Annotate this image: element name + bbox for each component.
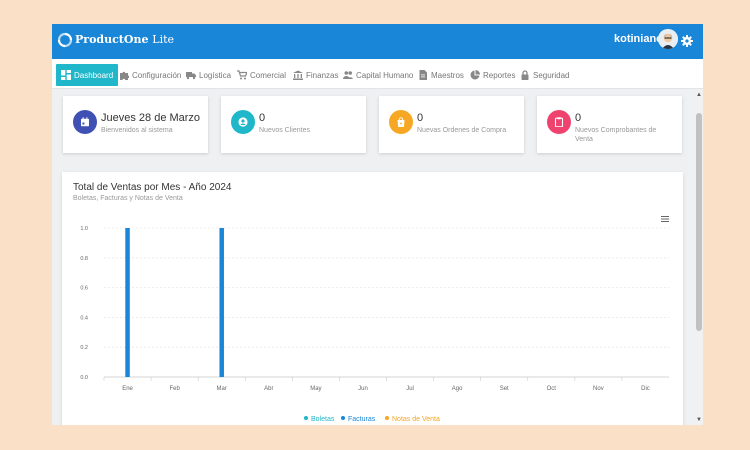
card-label: Nuevos Clientes — [259, 127, 310, 134]
y-tick-label: 0.2 — [80, 345, 88, 351]
brand-suffix: Lite — [152, 33, 175, 46]
card-label: Nuevas Ordenes de Compra — [417, 127, 507, 134]
bank-icon — [293, 70, 303, 80]
card-icon-circle — [389, 110, 413, 134]
puzzle-icon — [120, 71, 129, 80]
card-value: Jueves 28 de Marzo — [101, 112, 201, 124]
menu-item-comercial[interactable]: Comercial — [237, 64, 286, 86]
legend-marker — [304, 416, 308, 420]
x-tick-label: Feb — [169, 386, 180, 392]
info-card-date: Jueves 28 de Marzo Bienvenidos al sistem… — [63, 96, 208, 153]
menu-item-label: Configuración — [132, 70, 182, 80]
menu-item-label: Seguridad — [533, 70, 570, 80]
brand-name[interactable]: ProductOne Lite — [75, 33, 174, 46]
info-card-clientes: 0 Nuevos Clientes — [221, 96, 366, 153]
productone-logo-icon — [57, 32, 73, 48]
page-scrollbar-thumb[interactable] — [696, 113, 702, 331]
menu-item-finanzas[interactable]: Finanzas — [293, 64, 338, 86]
truck-icon — [186, 72, 196, 80]
dashboard-icon — [61, 70, 71, 80]
gear-icon[interactable] — [681, 35, 693, 47]
legend-marker — [385, 416, 389, 420]
menu-item-label: Comercial — [250, 70, 287, 80]
pie-chart-icon — [470, 70, 480, 80]
info-card-ordenes: 0 Nuevas Ordenes de Compra — [379, 96, 524, 153]
menu-item-label: Finanzas — [306, 70, 339, 80]
legend-marker — [341, 416, 345, 420]
lock-icon — [521, 70, 529, 80]
card-value: 0 — [575, 112, 582, 124]
clipboard-icon — [554, 117, 564, 127]
shopping-bag-icon — [397, 117, 405, 127]
y-tick-label: 0.6 — [80, 286, 88, 292]
scroll-up-arrow[interactable]: ▲ — [696, 91, 702, 99]
chart-bar — [125, 228, 130, 377]
menu-item-capital-humano[interactable]: Capital Humano — [343, 64, 413, 86]
app-window: ProductOne Lite kotinianor Dashboard Con… — [52, 24, 703, 425]
chart-bar — [219, 228, 224, 377]
x-tick-label: Set — [500, 386, 509, 392]
y-tick-label: 0.0 — [80, 375, 88, 381]
menu-item-label: Capital Humano — [356, 70, 414, 80]
x-tick-label: Dic — [641, 386, 650, 392]
x-tick-label: Jul — [406, 386, 414, 392]
sales-bar-chart: 0.0 0.2 0.4 0.6 0.8 1.0 Ene Feb Mar Abr May Jun Jul A… — [80, 226, 669, 423]
x-tick-label: Ene — [122, 386, 133, 392]
x-tick-label: Mar — [217, 386, 227, 392]
calendar-icon — [81, 117, 89, 127]
menu-item-label: Logística — [199, 70, 232, 80]
card-value: 0 — [259, 112, 266, 124]
card-label: Nuevos Comprobantes de Venta — [575, 127, 657, 143]
card-label: Bienvenidos al sistema — [101, 127, 173, 134]
user-circle-icon — [238, 117, 248, 127]
main-menu: Dashboard Configuración Logística Comerc… — [52, 59, 703, 89]
cart-icon — [237, 70, 247, 80]
menu-item-label: Maestros — [431, 70, 464, 80]
card-icon-circle — [73, 110, 97, 134]
avatar[interactable] — [658, 29, 678, 49]
legend-label: Notas de Venta — [392, 416, 440, 423]
x-tick-label: Jun — [358, 386, 368, 392]
y-tick-label: 1.0 — [80, 226, 88, 232]
x-tick-label: Oct — [547, 386, 557, 392]
card-icon-circle — [547, 110, 571, 134]
menu-item-dashboard[interactable]: Dashboard — [56, 64, 119, 86]
x-tick-label: Abr — [264, 386, 273, 392]
legend-label: Boletas — [311, 416, 335, 423]
y-tick-label: 0.8 — [80, 256, 88, 262]
x-tick-label: May — [310, 386, 321, 392]
scroll-down-arrow[interactable]: ▼ — [696, 416, 702, 424]
y-tick-label: 0.4 — [80, 315, 88, 321]
menu-item-configuracion[interactable]: Configuración — [119, 64, 181, 86]
x-tick-label: Ago — [452, 386, 463, 392]
menu-item-maestros[interactable]: Maestros — [418, 64, 464, 86]
sales-chart-card: Total de Ventas por Mes - Año 2024 Bolet… — [62, 172, 683, 425]
x-tick-label: Nov — [593, 386, 604, 392]
menu-item-reportes[interactable]: Reportes — [470, 64, 515, 86]
avatar-person-icon — [658, 29, 678, 49]
info-card-comprobantes: 0 Nuevos Comprobantes de Venta — [537, 96, 682, 153]
card-value: 0 — [417, 112, 424, 124]
menu-item-label: Reportes — [483, 70, 516, 80]
top-bar: ProductOne Lite kotinianor — [52, 24, 703, 59]
card-icon-circle — [231, 110, 255, 134]
menu-item-logistica[interactable]: Logística — [186, 64, 231, 86]
document-icon — [419, 70, 427, 80]
menu-item-seguridad[interactable]: Seguridad — [520, 64, 569, 86]
people-icon — [343, 71, 353, 79]
brand-title: ProductOne — [75, 33, 149, 46]
legend-label: Facturas — [348, 416, 376, 423]
menu-item-label: Dashboard — [74, 70, 114, 80]
